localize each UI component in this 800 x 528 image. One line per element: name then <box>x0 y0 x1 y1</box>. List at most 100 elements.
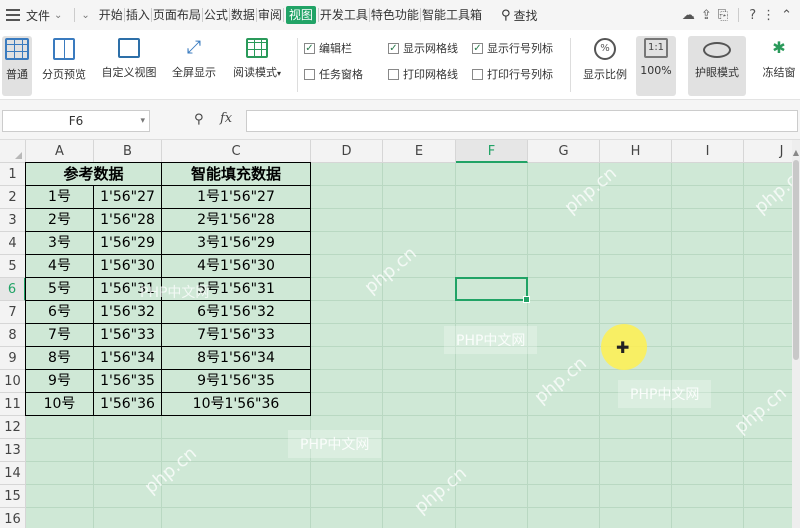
column-header-g[interactable]: G <box>528 140 600 163</box>
cell-c9[interactable]: 8号1'56"34 <box>162 347 310 369</box>
cell-b10[interactable]: 1'56"35 <box>94 370 161 392</box>
tab-4[interactable]: 公式 <box>203 0 229 30</box>
row-header-2[interactable]: 2 <box>0 186 26 209</box>
custom-view-button[interactable]: 自定义视图 <box>96 36 162 96</box>
cell-a2[interactable]: 1号 <box>26 186 93 208</box>
print-gridlines-checkbox[interactable]: 打印网格线 <box>388 66 458 82</box>
column-header-d[interactable]: D <box>311 140 383 163</box>
eye-protection-button[interactable]: 护眼模式 <box>688 36 746 96</box>
column-header-e[interactable]: E <box>383 140 456 163</box>
page-break-button[interactable]: 分页预览 <box>38 36 90 96</box>
print-headings-checkbox[interactable]: 打印行号列标 <box>472 66 553 82</box>
tab-8[interactable]: 开发工具 <box>319 0 369 30</box>
cloud-sync-icon[interactable]: ☁ <box>682 8 695 23</box>
cell-a7[interactable]: 6号 <box>26 301 93 323</box>
tab-7[interactable]: 视图 <box>285 6 316 24</box>
tab-1[interactable]: 开始 <box>98 0 124 30</box>
cell-b7[interactable]: 1'56"32 <box>94 301 161 323</box>
cell-c1-header[interactable]: 智能填充数据 <box>162 163 310 185</box>
tab-10[interactable]: 智能工具箱 <box>421 0 483 30</box>
more-icon[interactable]: ⋮ <box>762 8 775 23</box>
row-header-3[interactable]: 3 <box>0 209 26 232</box>
cell-c11[interactable]: 10号1'56"36 <box>162 393 310 415</box>
quick-access-chevron-icon[interactable]: ⌄ <box>81 10 89 21</box>
cell-b4[interactable]: 1'56"29 <box>94 232 161 254</box>
row-header-4[interactable]: 4 <box>0 232 26 255</box>
row-header-9[interactable]: 9 <box>0 347 26 370</box>
column-header-b[interactable]: B <box>94 140 162 163</box>
tab-6[interactable]: 审阅 <box>257 0 283 30</box>
file-menu-button[interactable]: 文件 ⌄ <box>0 0 68 30</box>
export-icon[interactable]: ⎘ <box>718 8 728 23</box>
tab-3[interactable]: 页面布局 <box>152 0 202 30</box>
function-icon[interactable]: fx <box>220 111 232 126</box>
column-header-i[interactable]: I <box>672 140 744 163</box>
normal-view-button[interactable]: 普通 <box>2 36 32 96</box>
cell-b3[interactable]: 1'56"28 <box>94 209 161 231</box>
row-header-1[interactable]: 1 <box>0 163 26 186</box>
zoom-search-icon[interactable]: ⚲ <box>194 112 204 127</box>
tab-9[interactable]: 特色功能 <box>370 0 420 30</box>
task-pane-checkbox[interactable]: 任务窗格 <box>304 66 363 82</box>
cell-a9[interactable]: 8号 <box>26 347 93 369</box>
cell-a3[interactable]: 2号 <box>26 209 93 231</box>
scroll-thumb[interactable] <box>793 160 799 360</box>
scroll-up-icon[interactable]: ▲ <box>792 148 800 158</box>
cell-b5[interactable]: 1'56"30 <box>94 255 161 277</box>
cell-a4[interactable]: 3号 <box>26 232 93 254</box>
help-icon[interactable]: ? <box>749 8 756 23</box>
find-button[interactable]: ⚲ 查找 <box>501 7 538 24</box>
row-header-14[interactable]: 14 <box>0 462 26 485</box>
row-header-8[interactable]: 8 <box>0 324 26 347</box>
row-header-12[interactable]: 12 <box>0 416 26 439</box>
vertical-scrollbar[interactable]: ▲ <box>792 140 800 528</box>
fullscreen-button[interactable]: ⤢ 全屏显示 <box>168 36 220 96</box>
cell-c8[interactable]: 7号1'56"33 <box>162 324 310 346</box>
name-box[interactable]: F6 ▾ <box>2 110 150 132</box>
zoom-100-button[interactable]: 1:1 100% <box>636 36 676 96</box>
column-header-a[interactable]: A <box>26 140 94 163</box>
cell-b11[interactable]: 1'56"36 <box>94 393 161 415</box>
row-header-7[interactable]: 7 <box>0 301 26 324</box>
cell-a1-header[interactable]: 参考数据 <box>26 163 161 185</box>
cell-b9[interactable]: 1'56"34 <box>94 347 161 369</box>
column-header-f[interactable]: F <box>456 140 528 163</box>
formula-bar-checkbox[interactable]: ✓ 编辑栏 <box>304 40 352 56</box>
reading-mode-button[interactable]: 阅读模式▾ <box>226 36 288 96</box>
cell-a10[interactable]: 9号 <box>26 370 93 392</box>
row-header-15[interactable]: 15 <box>0 485 26 508</box>
collapse-icon[interactable]: ⌃ <box>781 8 792 23</box>
row-header-5[interactable]: 5 <box>0 255 26 278</box>
cell-a6[interactable]: 5号 <box>26 278 93 300</box>
cell-c5[interactable]: 4号1'56"30 <box>162 255 310 277</box>
cell-a5[interactable]: 4号 <box>26 255 93 277</box>
cell-c10[interactable]: 9号1'56"35 <box>162 370 310 392</box>
zoom-ratio-button[interactable]: % 显示比例 <box>578 36 632 96</box>
share-icon[interactable]: ⇪ <box>701 8 712 23</box>
cell-c3[interactable]: 2号1'56"28 <box>162 209 310 231</box>
selected-cell[interactable] <box>455 277 530 303</box>
spreadsheet-grid[interactable]: ABCDEFGHIJ 1 2 3 4 5 6 7 8 9 10 11 12 13 14 15 16 参考数据智… <box>0 140 800 528</box>
tab-2[interactable]: 插入 <box>125 0 151 30</box>
cell-b8[interactable]: 1'56"33 <box>94 324 161 346</box>
column-header-h[interactable]: H <box>600 140 672 163</box>
cell-a8[interactable]: 7号 <box>26 324 93 346</box>
tab-5[interactable]: 数据 <box>230 0 256 30</box>
chevron-down-icon[interactable]: ▾ <box>140 111 145 131</box>
row-header-6[interactable]: 6 <box>0 278 26 301</box>
row-header-16[interactable]: 16 <box>0 508 26 528</box>
show-gridlines-checkbox[interactable]: ✓ 显示网格线 <box>388 40 458 56</box>
column-header-c[interactable]: C <box>162 140 311 163</box>
formula-input[interactable] <box>246 110 798 132</box>
row-header-11[interactable]: 11 <box>0 393 26 416</box>
show-headings-checkbox[interactable]: ✓ 显示行号列标 <box>472 40 553 56</box>
freeze-panes-button[interactable]: ✱ 冻结窗 <box>758 36 800 96</box>
cell-a11[interactable]: 10号 <box>26 393 93 415</box>
row-header-13[interactable]: 13 <box>0 439 26 462</box>
select-all-corner[interactable] <box>0 140 26 163</box>
cell-b2[interactable]: 1'56"27 <box>94 186 161 208</box>
cell-c7[interactable]: 6号1'56"32 <box>162 301 310 323</box>
cell-c2[interactable]: 1号1'56"27 <box>162 186 310 208</box>
row-header-10[interactable]: 10 <box>0 370 26 393</box>
cell-c4[interactable]: 3号1'56"29 <box>162 232 310 254</box>
